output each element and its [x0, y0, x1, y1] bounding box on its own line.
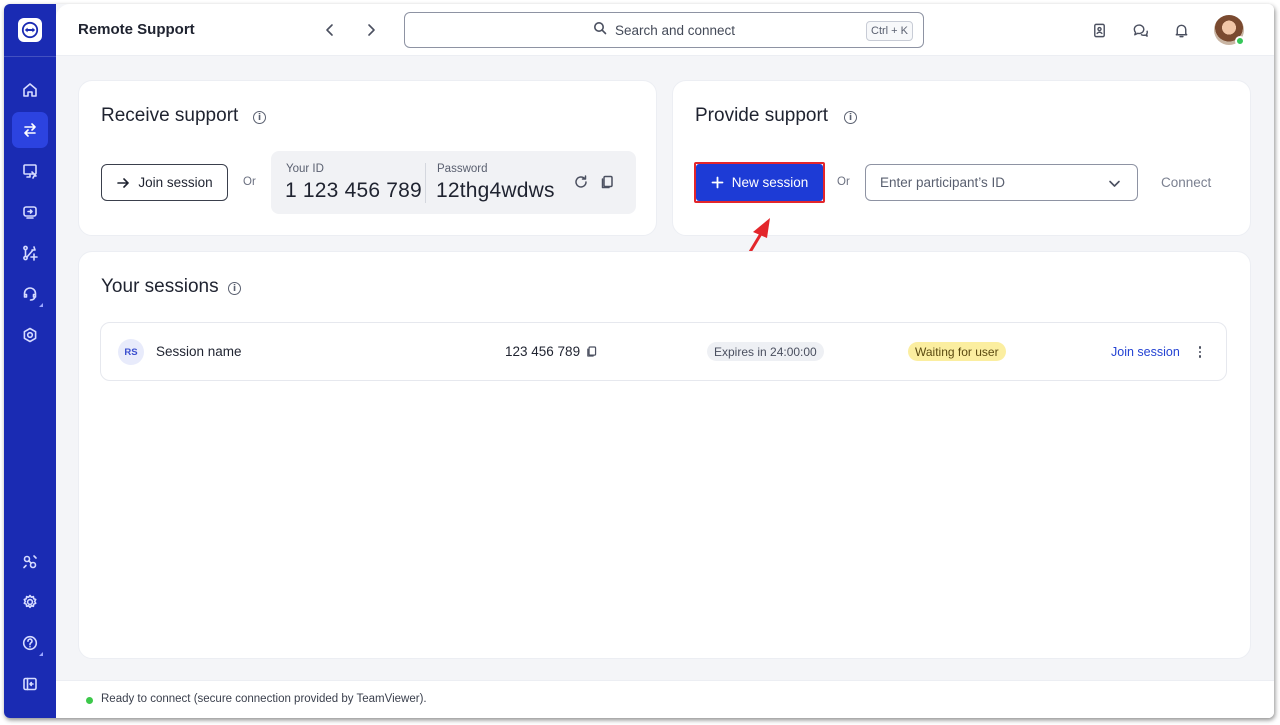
- device-cursor-icon: [23, 164, 37, 179]
- sidebar-item-ar-assist[interactable]: [12, 317, 48, 353]
- join-session-label: Join session: [138, 175, 213, 190]
- connection-status-dot: [86, 697, 93, 704]
- sessions-title: Your sessions: [101, 276, 219, 297]
- chat-bubbles-icon: [1133, 23, 1148, 37]
- online-status-dot: [1235, 36, 1245, 46]
- refresh-icon: [575, 175, 587, 188]
- your-id-value: 1 123 456 789: [285, 179, 422, 202]
- sidebar-item-integrations[interactable]: [12, 544, 48, 580]
- status-text: Ready to connect (secure connection prov…: [101, 693, 427, 705]
- sidebar-item-remote-support[interactable]: [12, 112, 48, 148]
- id-password-panel: Your ID 1 123 456 789 Password 12thg4wdw…: [271, 151, 636, 214]
- sidebar-item-settings[interactable]: [12, 584, 48, 620]
- participant-id-placeholder: Enter participant’s ID: [880, 175, 1006, 190]
- bell-icon: [1175, 24, 1187, 37]
- or-label: Or: [837, 176, 850, 188]
- link-nodes-icon: [23, 555, 37, 569]
- avatar[interactable]: [1214, 15, 1245, 46]
- more-options-icon[interactable]: [1193, 342, 1207, 362]
- arrow-right-icon: [117, 177, 130, 188]
- collapse-panel-icon: [23, 677, 37, 691]
- sidebar-item-help-desk[interactable]: [12, 276, 48, 312]
- password-value: 12thg4wdws: [436, 179, 555, 202]
- back-button[interactable]: [318, 18, 342, 42]
- question-icon: [22, 635, 38, 651]
- search-placeholder: Search and connect: [614, 22, 736, 38]
- headset-icon: [23, 287, 37, 301]
- receive-support-info-icon[interactable]: i: [253, 111, 266, 124]
- row-join-session-link[interactable]: Join session: [1111, 345, 1180, 359]
- sidebar-item-collapse[interactable]: [12, 666, 48, 702]
- receive-support-title: Receive support: [101, 105, 239, 126]
- search-icon: [593, 21, 607, 40]
- search-shortcut-badge: Ctrl + K: [866, 21, 913, 41]
- copy-icon: [586, 345, 596, 357]
- table-row[interactable]: RS Session name 123 456 789 Expires in 2…: [100, 322, 1227, 381]
- password-label: Password: [437, 163, 488, 175]
- search-input[interactable]: Search and connect Ctrl + K: [404, 12, 924, 48]
- chevron-down-icon: [1109, 180, 1120, 187]
- sidebar-item-help[interactable]: [12, 625, 48, 661]
- provide-support-info-icon[interactable]: i: [844, 111, 857, 124]
- sidebar-item-screen-share[interactable]: [12, 194, 48, 230]
- sidebar: [4, 4, 56, 718]
- chevron-left-icon: [326, 24, 333, 36]
- workflow-icon: [23, 245, 38, 261]
- provide-support-card: Provide support i New session Or Enter p…: [672, 80, 1251, 236]
- home-icon: [23, 83, 37, 97]
- participant-id-input[interactable]: Enter participant’s ID: [865, 164, 1138, 201]
- forward-button[interactable]: [359, 18, 383, 42]
- status-badge: Waiting for user: [908, 342, 1006, 361]
- screen-share-icon: [23, 206, 37, 219]
- plus-icon: [711, 176, 724, 189]
- or-label: Or: [243, 176, 256, 188]
- refresh-password-button[interactable]: [572, 173, 590, 191]
- copy-credentials-button[interactable]: [598, 173, 616, 191]
- sessions-card: Your sessions i RS Session name 123 456 …: [78, 251, 1251, 659]
- connect-button[interactable]: Connect: [1161, 175, 1211, 190]
- session-name: Session name: [156, 344, 242, 359]
- main-area: Remote Support Search and connect Ctrl +…: [56, 4, 1274, 718]
- provide-support-title: Provide support: [695, 105, 829, 126]
- join-session-button[interactable]: Join session: [101, 164, 228, 201]
- swap-arrows-icon: [24, 123, 36, 137]
- contact-card-icon: [1093, 23, 1105, 37]
- sidebar-item-home[interactable]: [12, 72, 48, 108]
- gear-icon: [23, 594, 37, 609]
- sidebar-item-workflows[interactable]: [12, 235, 48, 271]
- new-session-button[interactable]: New session: [696, 164, 823, 201]
- session-initials-badge: RS: [118, 339, 144, 365]
- chevron-right-icon: [368, 24, 375, 36]
- your-id-label: Your ID: [286, 163, 324, 175]
- session-id: 123 456 789: [505, 344, 581, 359]
- app-window: Remote Support Search and connect Ctrl +…: [4, 4, 1274, 718]
- chat-button[interactable]: [1130, 20, 1150, 40]
- teamviewer-logo-icon[interactable]: [18, 18, 42, 42]
- hexagon-target-icon: [23, 327, 37, 343]
- sidebar-item-remote-devices[interactable]: [12, 153, 48, 189]
- app-title: Remote Support: [78, 21, 195, 38]
- expires-badge: Expires in 24:00:00: [707, 342, 824, 361]
- notifications-button[interactable]: [1171, 20, 1191, 40]
- sessions-info-icon[interactable]: i: [228, 282, 241, 295]
- copy-session-id-button[interactable]: [583, 343, 599, 359]
- new-session-label: New session: [731, 175, 809, 190]
- status-bar: Ready to connect (secure connection prov…: [56, 680, 1274, 718]
- top-bar: Remote Support Search and connect Ctrl +…: [56, 4, 1274, 56]
- contacts-button[interactable]: [1089, 20, 1109, 40]
- receive-support-card: Receive support i Join session Or Your I…: [78, 80, 657, 236]
- id-divider: [425, 163, 426, 203]
- sidebar-divider: [4, 56, 56, 57]
- copy-icon: [601, 175, 613, 189]
